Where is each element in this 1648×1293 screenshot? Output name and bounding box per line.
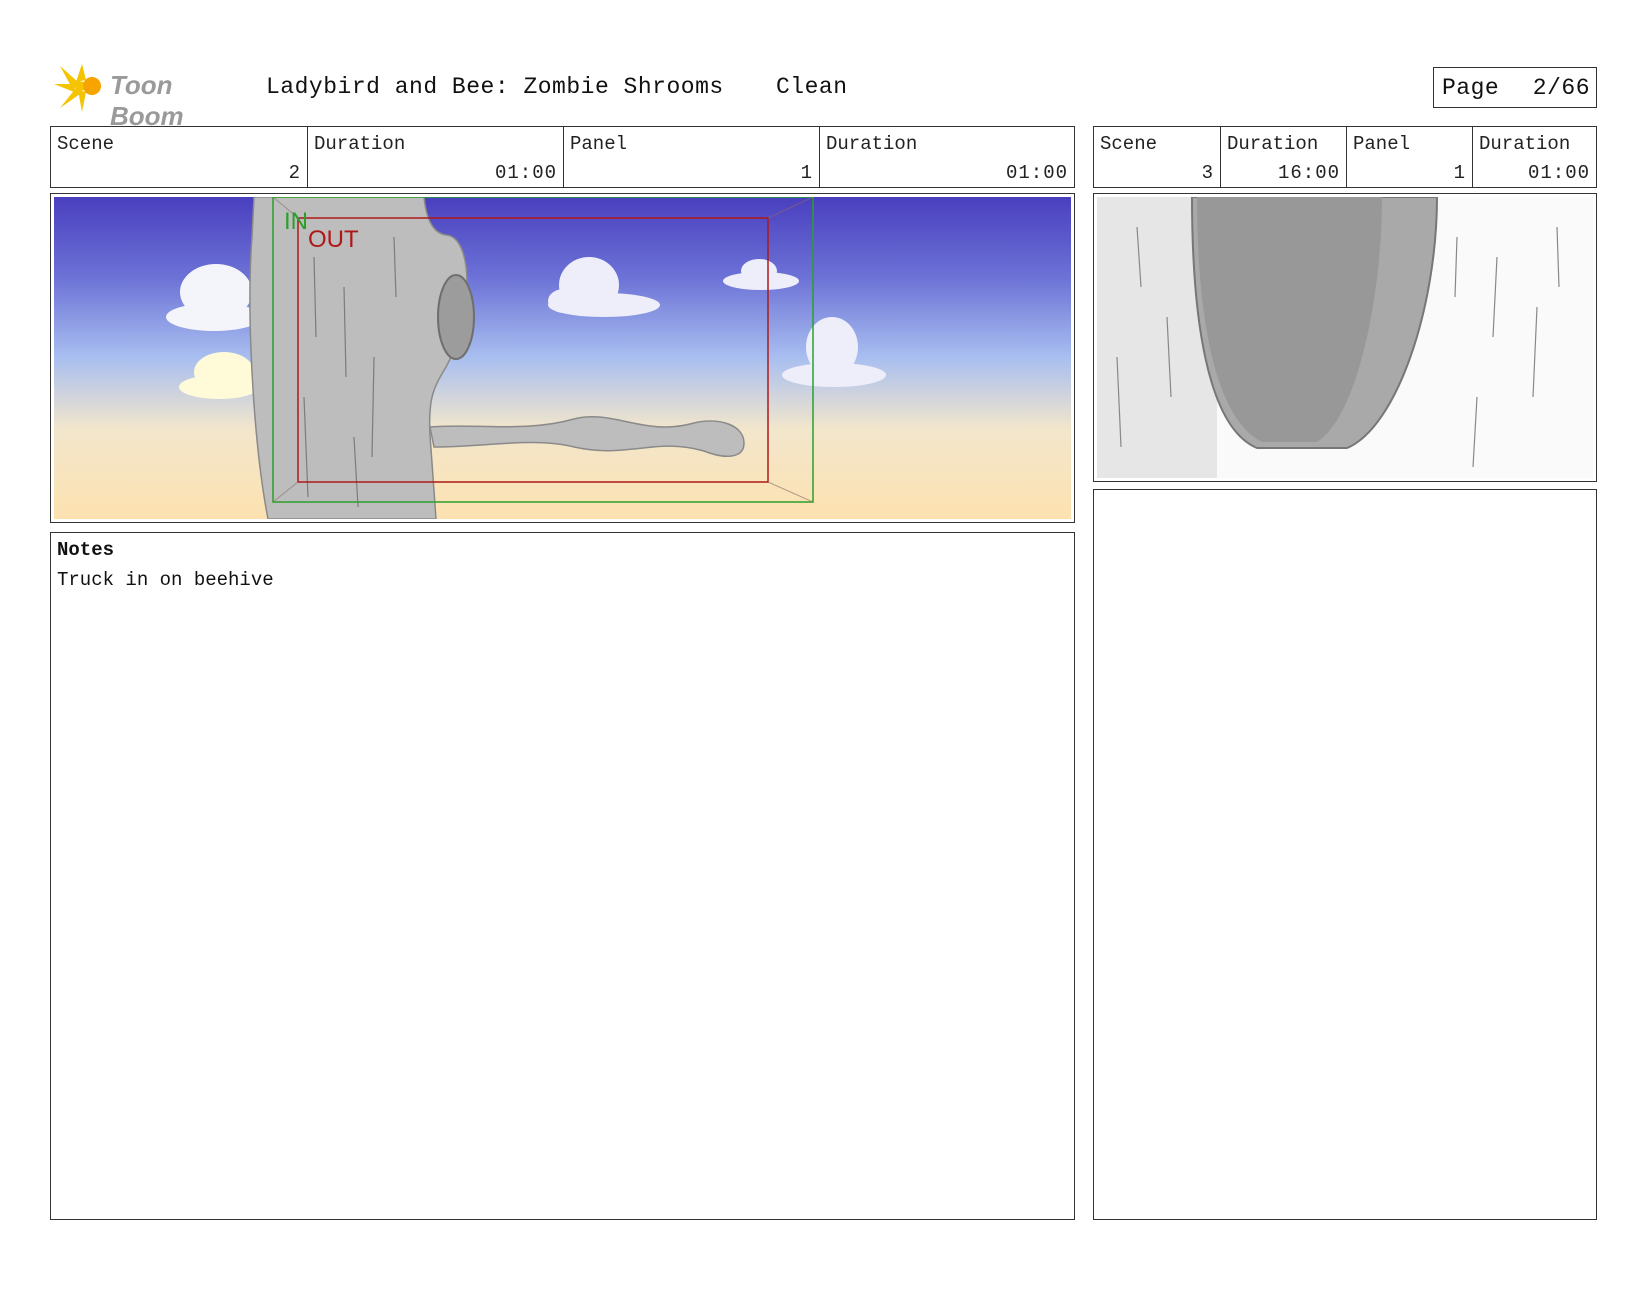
- panel-duration-label: Duration: [1479, 133, 1571, 155]
- panel-label: Panel: [570, 133, 628, 155]
- scene-value: 2: [288, 162, 301, 184]
- panel-cell: Panel 1: [1346, 127, 1472, 187]
- scene-duration-value: 01:00: [494, 162, 557, 184]
- panel-duration-cell: Duration 01:00: [819, 127, 1074, 187]
- panel-value: 1: [1453, 162, 1466, 184]
- beehive-hole: [437, 274, 475, 360]
- camera-in-label: IN: [284, 208, 308, 235]
- scene-value: 3: [1201, 162, 1214, 184]
- panel-label: Panel: [1353, 133, 1411, 155]
- storyboard-title: Ladybird and Bee: Zombie Shrooms: [266, 74, 724, 100]
- scene-duration-label: Duration: [314, 133, 406, 155]
- empty-panel: [1093, 489, 1597, 1220]
- panel-duration-label: Duration: [826, 133, 918, 155]
- scene-duration-cell: Duration 01:00: [307, 127, 563, 187]
- page-label: Page: [1442, 75, 1500, 101]
- panel-cell: Panel 1: [563, 127, 819, 187]
- panel-duration-cell: Duration 01:00: [1472, 127, 1596, 187]
- sunburst-logo-icon: [54, 64, 102, 112]
- page-number: 2/66: [1532, 75, 1590, 101]
- panel-duration-value: 01:00: [1005, 162, 1068, 184]
- scene-duration-cell: Duration 16:00: [1220, 127, 1346, 187]
- camera-out-label: OUT: [308, 226, 359, 253]
- scene-cell: Scene 3: [1094, 127, 1220, 187]
- scene-cell: Scene 2: [51, 127, 307, 187]
- right-panel-frame: [1093, 193, 1597, 482]
- toon-boom-logo: Toon Boom: [52, 58, 252, 131]
- scene-duration-label: Duration: [1227, 133, 1319, 155]
- scene-label: Scene: [1100, 133, 1158, 155]
- right-panel-info-row: Scene 3 Duration 16:00 Panel 1 Duration …: [1093, 126, 1597, 188]
- page-indicator: Page 2/66: [1433, 67, 1597, 108]
- panel-drawing: [1097, 197, 1593, 478]
- panel-drawing: [54, 197, 1071, 519]
- storyboard-status: Clean: [776, 74, 848, 100]
- panel-duration-value: 01:00: [1527, 162, 1590, 184]
- scene-duration-value: 16:00: [1277, 162, 1340, 184]
- notes-area: Notes Truck in on beehive: [50, 532, 1075, 1220]
- notes-heading: Notes: [57, 539, 115, 561]
- panel-value: 1: [800, 162, 813, 184]
- left-panel-info-row: Scene 2 Duration 01:00 Panel 1 Duration …: [50, 126, 1075, 188]
- logo-text: Toon Boom: [110, 70, 184, 131]
- left-panel-frame: IN OUT: [50, 193, 1075, 523]
- scene-label: Scene: [57, 133, 115, 155]
- notes-text: Truck in on beehive: [57, 569, 274, 591]
